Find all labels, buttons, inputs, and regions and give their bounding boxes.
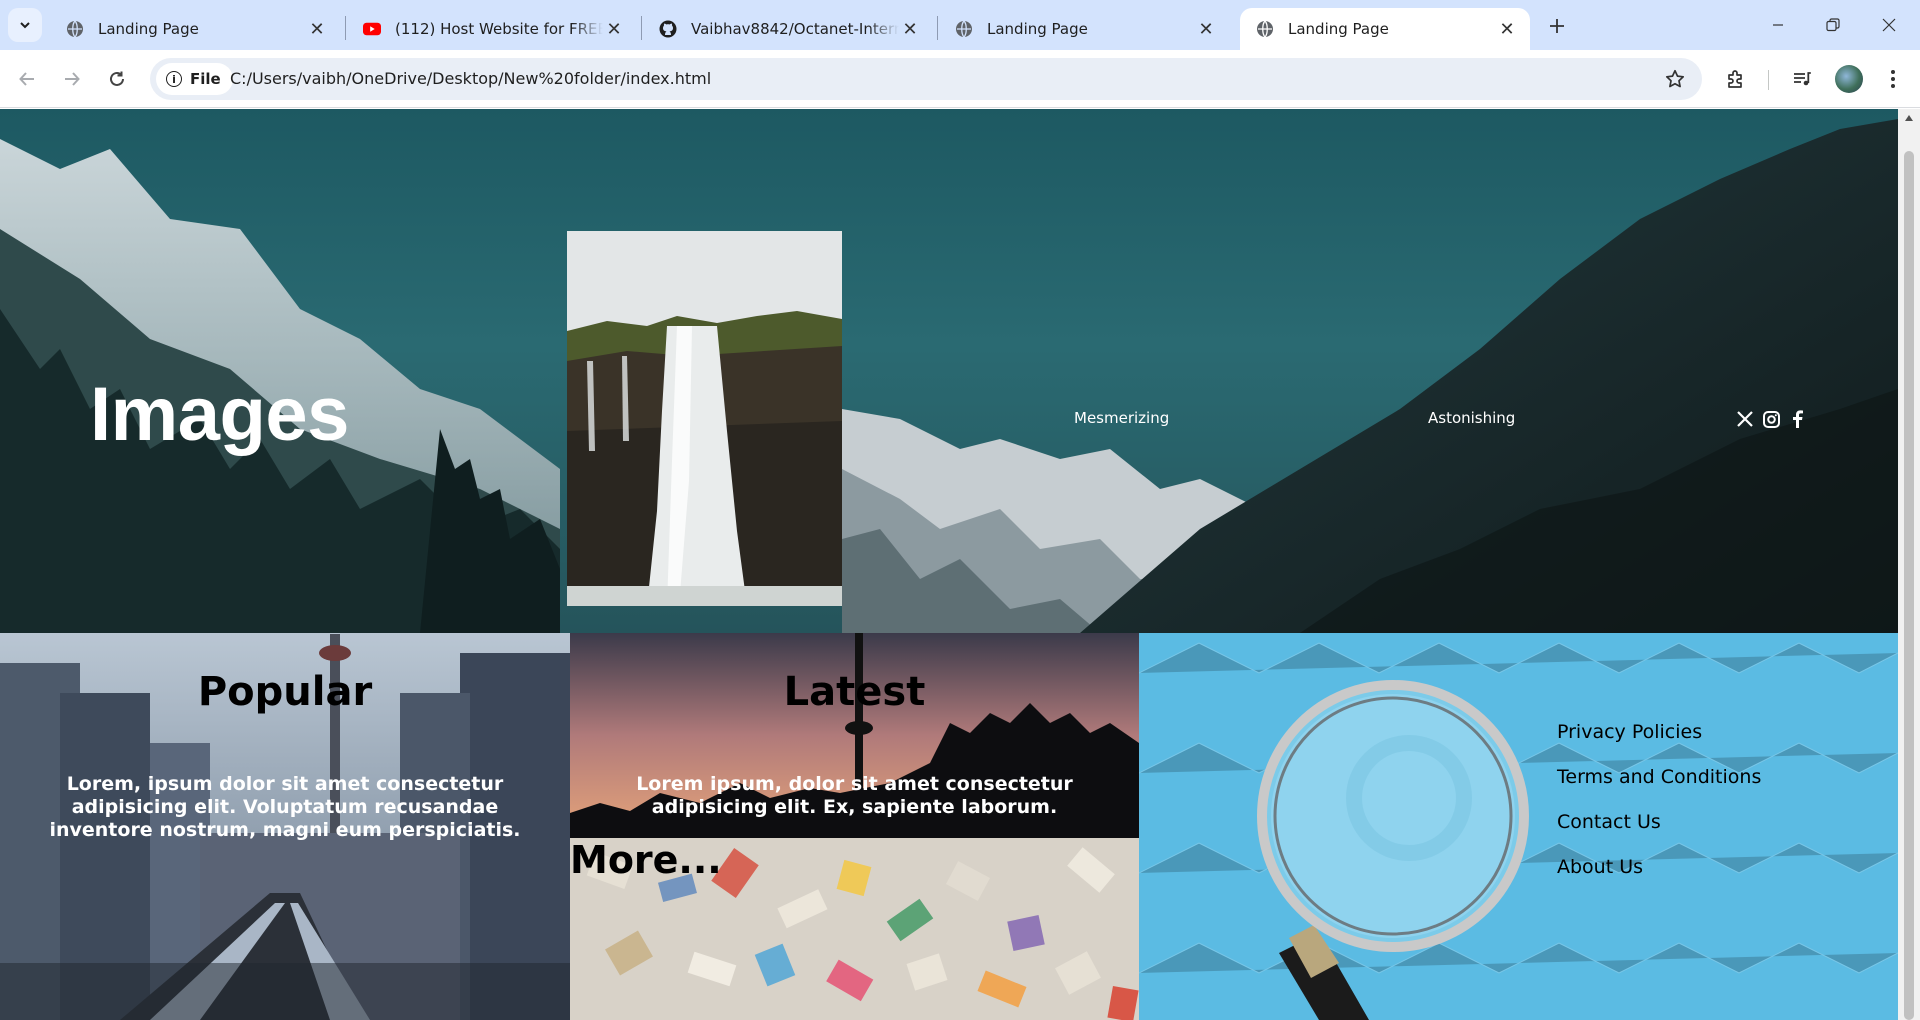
latest-text: Lorem ipsum, dolor sit amet consectetur … [636, 773, 1073, 818]
scroll-up-arrow-icon[interactable] [1905, 115, 1913, 121]
browser-toolbar: i File C:/Users/vaibh/OneDrive/Desktop/N… [0, 50, 1920, 108]
bookmark-star-button[interactable] [1662, 66, 1688, 92]
site-info-chip[interactable]: i File [156, 63, 233, 95]
latest-heading: Latest [783, 669, 926, 715]
tab-landing-page-1[interactable]: Landing Page ✕ [50, 8, 340, 50]
popular-panel[interactable]: Popular Lorem, ipsum dolor sit amet cons… [0, 633, 570, 1020]
back-button[interactable] [10, 62, 44, 96]
browser-menu-button[interactable] [1876, 62, 1910, 96]
restore-button[interactable] [1810, 10, 1856, 40]
more-vert-icon [1891, 70, 1895, 88]
playlist-icon [1794, 72, 1811, 86]
popular-text: Lorem, ipsum dolor sit amet consectetur … [49, 773, 521, 841]
scroll-thumb[interactable] [1904, 151, 1914, 1020]
profile-avatar[interactable] [1835, 65, 1863, 93]
tab-divider [345, 16, 346, 40]
extensions-button[interactable] [1719, 62, 1753, 96]
info-icon: i [166, 71, 182, 87]
tab-landing-page-active[interactable]: Landing Page ✕ [1240, 8, 1530, 50]
tab-divider [641, 16, 642, 40]
address-bar[interactable]: i File C:/Users/vaibh/OneDrive/Desktop/N… [150, 58, 1702, 100]
tab-github[interactable]: Vaibhav8842/Octanet-Internship ✕ [643, 8, 933, 50]
url-text[interactable]: C:/Users/vaibh/OneDrive/Desktop/New%20fo… [230, 69, 711, 88]
close-icon[interactable]: ✕ [899, 18, 921, 40]
hero-title: Images [90, 372, 349, 457]
close-icon [1882, 18, 1896, 32]
chevron-down-icon [20, 22, 30, 29]
plus-icon [1550, 19, 1564, 33]
waterfall-image [567, 231, 842, 606]
link-about-us[interactable]: About Us [1557, 856, 1761, 881]
tab-title: (112) Host Website for FREE using [395, 20, 603, 38]
instagram-icon[interactable] [1761, 409, 1781, 429]
tab-title: Landing Page [987, 20, 1088, 38]
tab-landing-page-2[interactable]: Landing Page ✕ [939, 8, 1229, 50]
tab-strip: Landing Page ✕ (112) Host Website for FR… [0, 0, 1920, 50]
latest-panel[interactable]: Latest Lorem ipsum, dolor sit amet conse… [570, 633, 1139, 838]
close-icon[interactable]: ✕ [306, 18, 328, 40]
media-controls-button[interactable] [1785, 62, 1819, 96]
x-icon[interactable] [1735, 409, 1755, 429]
nav-link-astonishing[interactable]: Astonishing [1428, 409, 1515, 427]
hero-section: Images Mesmerizing Astonishing [0, 109, 1898, 633]
tab-title: Landing Page [1288, 20, 1389, 38]
close-window-button[interactable] [1866, 10, 1912, 40]
vertical-scrollbar[interactable] [1898, 109, 1920, 1020]
youtube-icon [363, 20, 381, 38]
tab-divider [937, 16, 938, 40]
reload-icon [110, 71, 124, 86]
restore-icon [1826, 18, 1840, 32]
more-heading: More... [570, 838, 722, 882]
toolbar-divider [1768, 70, 1769, 90]
globe-icon [66, 20, 84, 38]
minimize-button[interactable] [1755, 10, 1801, 40]
close-icon[interactable]: ✕ [1496, 18, 1518, 40]
tab-search-button[interactable] [8, 8, 42, 42]
close-icon[interactable]: ✕ [1195, 18, 1217, 40]
links-panel: Privacy Policies Terms and Conditions Co… [1139, 633, 1898, 1020]
star-icon [1665, 69, 1685, 88]
magnifying-glass-image [1139, 633, 1898, 1020]
link-terms-and-conditions[interactable]: Terms and Conditions [1557, 766, 1761, 791]
tab-youtube[interactable]: (112) Host Website for FREE using ✕ [347, 8, 637, 50]
puzzle-icon [1728, 70, 1742, 88]
forward-button[interactable] [55, 62, 89, 96]
facebook-icon[interactable] [1787, 409, 1807, 429]
page-viewport: Images Mesmerizing Astonishing Popular L… [0, 109, 1898, 1020]
nav-link-mesmerizing[interactable]: Mesmerizing [1074, 409, 1169, 427]
new-tab-button[interactable] [1543, 12, 1571, 40]
arrow-left-icon [19, 72, 34, 86]
tab-title: Landing Page [98, 20, 199, 38]
more-panel[interactable]: More... [570, 838, 1139, 1020]
globe-icon [1256, 20, 1274, 38]
site-info-label: File [190, 70, 221, 88]
footer-links: Privacy Policies Terms and Conditions Co… [1557, 721, 1761, 901]
link-contact-us[interactable]: Contact Us [1557, 811, 1761, 836]
arrow-right-icon [65, 72, 80, 86]
globe-icon [955, 20, 973, 38]
link-privacy-policies[interactable]: Privacy Policies [1557, 721, 1761, 746]
tab-title: Vaibhav8842/Octanet-Internship [691, 20, 899, 38]
github-icon [659, 20, 677, 38]
popular-heading: Popular [197, 669, 373, 715]
reload-button[interactable] [100, 62, 134, 96]
close-icon[interactable]: ✕ [603, 18, 625, 40]
minimize-icon [1773, 24, 1783, 26]
